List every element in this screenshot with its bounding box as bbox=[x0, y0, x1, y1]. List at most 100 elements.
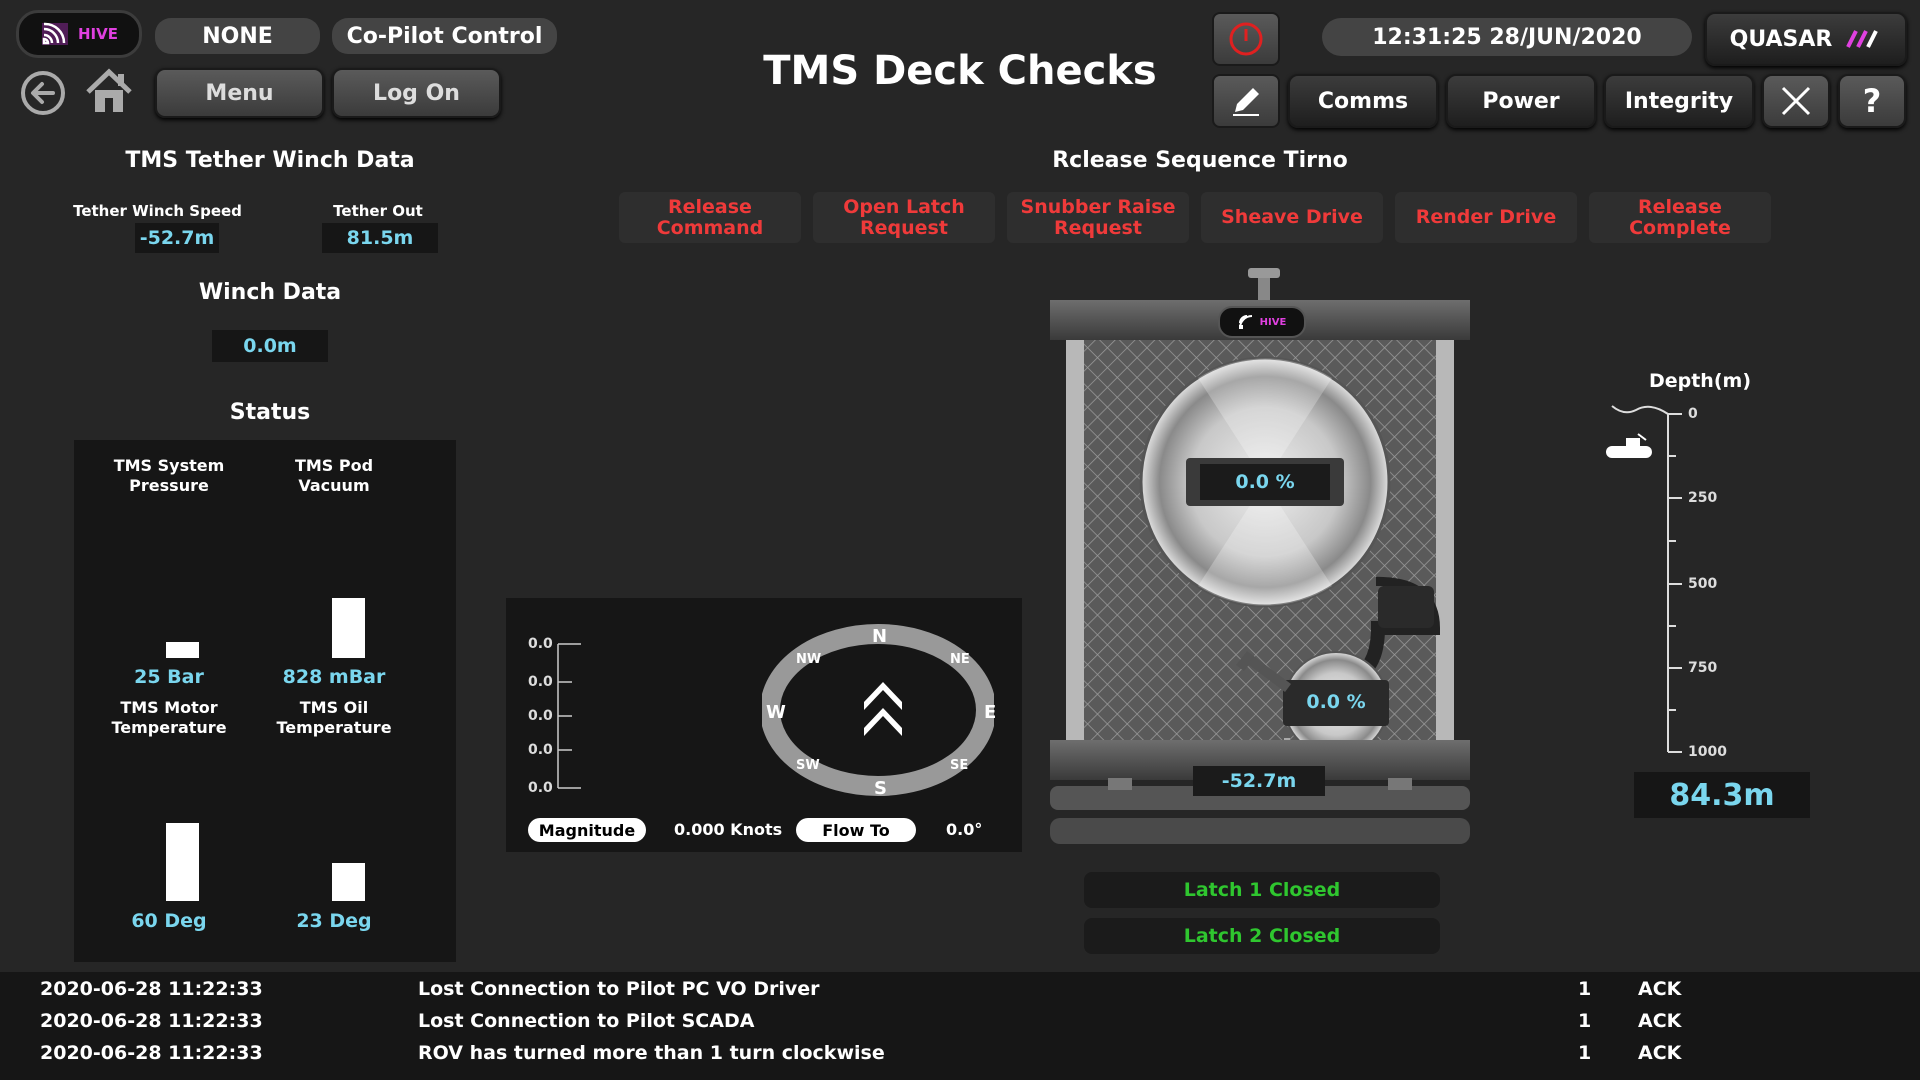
sequence-step-open-latch[interactable]: Open Latch Request bbox=[813, 192, 995, 243]
sequence-step-release-complete[interactable]: Release Complete bbox=[1589, 192, 1771, 243]
depth-tick: 750 bbox=[1688, 660, 1718, 676]
datetime-display: 12:31:25 28/JUN/2020 bbox=[1322, 18, 1692, 56]
depth-title: Depth(m) bbox=[1648, 370, 1752, 392]
drum-percent: 0.0 % bbox=[1200, 464, 1330, 500]
alarm-count: 1 bbox=[1578, 1042, 1592, 1064]
tms-hive-logo: HIVE bbox=[1218, 306, 1306, 338]
back-icon[interactable] bbox=[20, 70, 66, 116]
gauge-value: 828 mBar bbox=[282, 666, 386, 688]
system-name-button[interactable]: QUASAR bbox=[1705, 12, 1907, 66]
alarm-count: 1 bbox=[1578, 1010, 1592, 1032]
alarm-row[interactable]: 2020-06-28 11:22:33 Lost Connection to P… bbox=[0, 1004, 1920, 1036]
status-panel: TMS System Pressure TMS Pod Vacuum 25 Ba… bbox=[74, 440, 456, 962]
gauge-label: TMS System Pressure bbox=[113, 456, 225, 495]
alarm-log: 2020-06-28 11:22:33 Lost Connection to P… bbox=[0, 972, 1920, 1080]
alarm-date: 2020-06-28 11:22:33 bbox=[40, 1042, 263, 1064]
tether-out-label: Tether Out bbox=[333, 202, 423, 220]
alarm-row[interactable]: 2020-06-28 11:22:33 ROV has turned more … bbox=[0, 1036, 1920, 1068]
gauge-value: 23 Deg bbox=[296, 910, 372, 932]
depth-tick: 1000 bbox=[1688, 744, 1727, 760]
tether-out-value: 81.5m bbox=[322, 223, 438, 253]
depth-tick: 250 bbox=[1688, 490, 1718, 506]
pilot-mode-indicator: NONE bbox=[155, 18, 320, 54]
menu-button[interactable]: Menu bbox=[155, 68, 324, 118]
flow-to-label: Flow To bbox=[796, 818, 916, 842]
power-button[interactable]: Power bbox=[1446, 74, 1596, 128]
tether-speed-value: -52.7m bbox=[135, 223, 219, 253]
comms-button[interactable]: Comms bbox=[1288, 74, 1438, 128]
scale-label: 0.0 bbox=[528, 742, 553, 758]
flow-to-value: 0.0° bbox=[946, 820, 983, 839]
pencil-icon bbox=[1233, 88, 1259, 116]
gauge-value: 25 Bar bbox=[134, 666, 204, 688]
winch-value: 0.0m bbox=[212, 330, 328, 362]
scale-label: 0.0 bbox=[528, 780, 553, 796]
latch1-status: Latch 1 Closed bbox=[1084, 872, 1440, 908]
sheave-percent: 0.0 % bbox=[1306, 691, 1366, 713]
hive-logo-text: HIVE bbox=[78, 25, 118, 43]
tms-logo-text: HIVE bbox=[1259, 316, 1287, 328]
power-icon bbox=[1229, 22, 1263, 56]
control-mode-indicator: Co-Pilot Control bbox=[332, 18, 557, 54]
quasar-logo-icon bbox=[1846, 30, 1879, 48]
gauge-label: TMS Oil Temperature bbox=[276, 698, 392, 737]
home-icon[interactable] bbox=[84, 66, 134, 116]
alarm-ack[interactable]: ACK bbox=[1638, 1042, 1681, 1064]
oil-temperature-bar bbox=[332, 863, 365, 901]
status-title: Status bbox=[229, 400, 311, 425]
sequence-step-snubber-raise[interactable]: Snubber Raise Request bbox=[1007, 192, 1189, 243]
winch-data-title: Winch Data bbox=[198, 280, 342, 305]
system-name: QUASAR bbox=[1729, 26, 1833, 52]
compass-s: S bbox=[874, 778, 887, 799]
depth-tick: 500 bbox=[1688, 576, 1718, 592]
scale-label: 0.0 bbox=[528, 708, 553, 724]
emergency-stop-button[interactable] bbox=[1212, 12, 1280, 66]
gauge-label: TMS Pod Vacuum bbox=[294, 456, 374, 495]
alarm-message: Lost Connection to Pilot PC VO Driver bbox=[418, 978, 820, 1000]
compass-e: E bbox=[984, 702, 997, 723]
current-scale bbox=[557, 643, 581, 789]
release-sequence-title: Rclease Sequence Tirno bbox=[1052, 148, 1348, 173]
alarm-message: ROV has turned more than 1 turn clockwis… bbox=[418, 1042, 885, 1064]
depth-value: 84.3m bbox=[1634, 772, 1810, 818]
hive-signal-icon bbox=[1238, 315, 1252, 329]
tether-speed-label: Tether Winch Speed bbox=[73, 202, 242, 220]
flow-direction-icon bbox=[864, 682, 902, 736]
system-pressure-bar bbox=[166, 642, 199, 658]
scale-label: 0.0 bbox=[528, 636, 553, 652]
magnitude-value: 0.000 Knots bbox=[674, 820, 783, 839]
latch2-status: Latch 2 Closed bbox=[1084, 918, 1440, 954]
gauge-value: 60 Deg bbox=[131, 910, 207, 932]
compass-ne: NE bbox=[950, 652, 970, 667]
alarm-ack[interactable]: ACK bbox=[1638, 978, 1681, 1000]
alarm-row[interactable]: 2020-06-28 11:22:33 Lost Connection to P… bbox=[0, 972, 1920, 1004]
help-button[interactable]: ? bbox=[1838, 74, 1906, 128]
compass-se: SE bbox=[950, 758, 969, 773]
scale-label: 0.0 bbox=[528, 674, 553, 690]
alarm-date: 2020-06-28 11:22:33 bbox=[40, 978, 263, 1000]
hive-signal-icon bbox=[42, 22, 68, 45]
gauge-label: TMS Motor Temperature bbox=[111, 698, 227, 737]
integrity-button[interactable]: Integrity bbox=[1604, 74, 1754, 128]
tms-graphic: HIVE 0.0 % 0.0 % -52.7m bbox=[1048, 268, 1472, 854]
tms-tether-value: -52.7m bbox=[1193, 766, 1325, 796]
current-panel: 0.0 0.0 0.0 0.0 0.0 N NE E SE S SW W NW … bbox=[506, 598, 1022, 852]
edit-button[interactable] bbox=[1212, 74, 1280, 128]
compass-n: N bbox=[872, 626, 888, 647]
compass-w: W bbox=[766, 702, 786, 723]
tether-winch-title: TMS Tether Winch Data bbox=[125, 148, 415, 173]
close-icon bbox=[1781, 86, 1811, 116]
alarm-ack[interactable]: ACK bbox=[1638, 1010, 1681, 1032]
sequence-step-release-command[interactable]: Release Command bbox=[619, 192, 801, 243]
logon-button[interactable]: Log On bbox=[332, 68, 501, 118]
alarm-count: 1 bbox=[1578, 978, 1592, 1000]
rov-icon bbox=[1606, 433, 1652, 458]
alarm-date: 2020-06-28 11:22:33 bbox=[40, 1010, 263, 1032]
alarm-message: Lost Connection to Pilot SCADA bbox=[418, 1010, 755, 1032]
depth-tick: 0 bbox=[1688, 406, 1698, 422]
hive-logo[interactable]: HIVE bbox=[16, 10, 142, 58]
pod-vacuum-bar bbox=[332, 598, 365, 658]
close-button[interactable] bbox=[1762, 74, 1830, 128]
sequence-step-sheave-drive[interactable]: Sheave Drive bbox=[1201, 192, 1383, 243]
sequence-step-render-drive[interactable]: Render Drive bbox=[1395, 192, 1577, 243]
